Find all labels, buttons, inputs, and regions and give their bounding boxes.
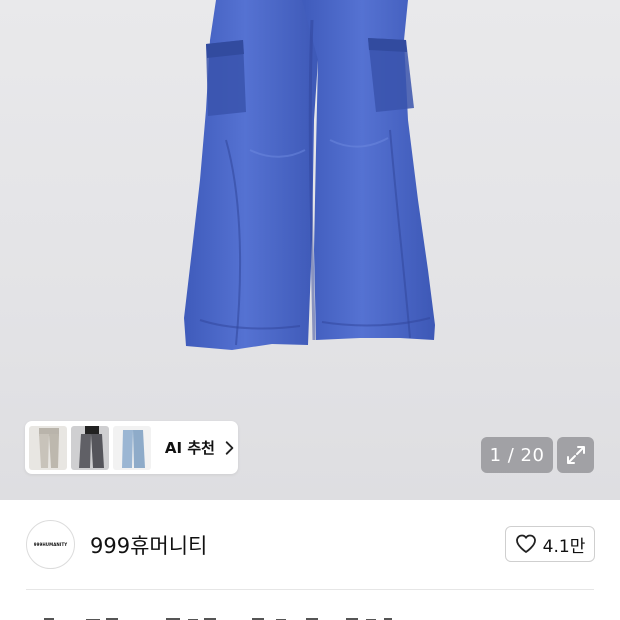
shop-avatar[interactable]: 999HUMANITY <box>26 520 75 569</box>
thumb-lightblue-pants[interactable] <box>112 425 151 470</box>
thumb-grey-pants[interactable] <box>29 425 67 470</box>
ai-recommend-label[interactable]: AI 추천 <box>165 437 215 458</box>
like-count: 4.1만 <box>542 536 586 557</box>
cropped-text-glyphs <box>44 618 392 620</box>
image-counter: 1 / 20 <box>481 437 553 473</box>
like-button[interactable]: 4.1만 <box>505 526 595 562</box>
heart-icon <box>515 534 536 553</box>
shop-name[interactable]: 999휴머니티 <box>90 530 207 560</box>
expand-button[interactable] <box>557 437 594 473</box>
divider <box>26 589 594 590</box>
ai-recommend-bar[interactable]: AI 추천 <box>25 421 238 474</box>
expand-icon <box>566 446 585 464</box>
seller-section: 999HUMANITY 999휴머니티 4.1만 <box>0 500 620 590</box>
chevron-right-icon <box>225 440 234 455</box>
thumb-charcoal-pants[interactable] <box>70 425 109 470</box>
shop-avatar-text: 999HUMANITY <box>33 542 68 547</box>
description-cropped <box>26 611 586 620</box>
product-image-area[interactable]: AI 추천 1 / 20 <box>0 0 620 500</box>
